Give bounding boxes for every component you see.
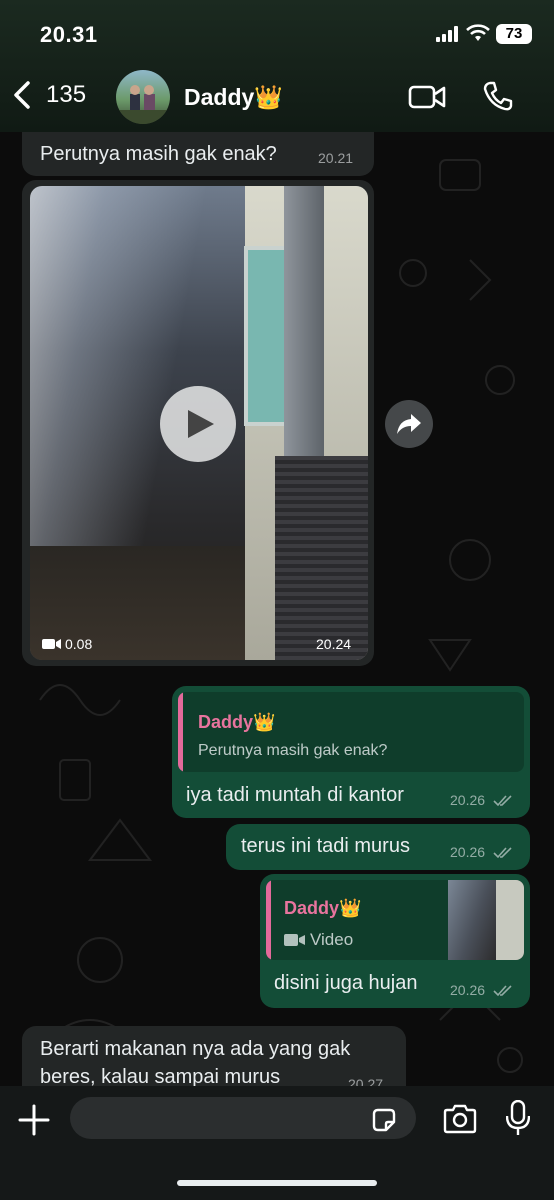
- message-text: disini juga hujan: [274, 972, 418, 994]
- quote-accent-bar: [266, 880, 271, 960]
- composer-bar: [0, 1086, 554, 1200]
- double-check-icon: [493, 985, 512, 997]
- camera-icon[interactable]: [442, 1104, 478, 1134]
- message-time-text: 20.26: [450, 982, 486, 998]
- chat-header: 135 Daddy👑: [0, 64, 554, 132]
- battery-indicator: 73: [496, 24, 532, 44]
- message-time-text: 20.26: [450, 792, 486, 808]
- message-bubble-outgoing[interactable]: Daddy👑 Perutnya masih gak enak? iya tadi…: [172, 686, 530, 818]
- video-thumbnail[interactable]: 0.08 20.24: [30, 186, 368, 660]
- plus-icon[interactable]: [18, 1104, 50, 1136]
- mic-icon[interactable]: [506, 1100, 530, 1136]
- avatar-photo: [116, 85, 170, 124]
- quote-accent-bar: [178, 692, 183, 772]
- message-bubble-outgoing[interactable]: terus ini tadi murus 20.26: [226, 824, 530, 870]
- video-camera-icon: [42, 639, 61, 649]
- back-button[interactable]: 135: [10, 80, 86, 110]
- quote-author: Daddy👑: [198, 712, 276, 732]
- message-input[interactable]: [70, 1097, 416, 1139]
- chat-screen: 20.31 73 135 Daddy👑 Perutnya masih gak e…: [0, 0, 554, 1200]
- status-time: 20.31: [40, 22, 98, 47]
- video-camera-icon: [284, 934, 305, 946]
- play-button[interactable]: [160, 386, 236, 462]
- video-call-icon[interactable]: [408, 82, 446, 112]
- message-time: 20.26: [450, 792, 513, 808]
- message-bubble-incoming[interactable]: Perutnya masih gak enak? 20.21: [22, 132, 374, 176]
- quote-text-label: Video: [310, 930, 354, 949]
- message-time-text: 20.26: [450, 844, 486, 860]
- sticker-icon[interactable]: [370, 1106, 398, 1134]
- unread-count: 135: [46, 81, 87, 108]
- video-duration-text: 0.08: [65, 636, 93, 652]
- message-text-line1: Berarti makanan nya ada yang gak: [40, 1038, 351, 1060]
- quote-text: Video: [284, 930, 353, 950]
- play-icon: [188, 410, 214, 438]
- forward-icon: [397, 414, 421, 434]
- video-window: [244, 246, 288, 426]
- home-indicator: [177, 1180, 377, 1186]
- wifi-icon: [466, 24, 490, 41]
- double-check-icon: [493, 795, 512, 807]
- message-text: terus ini tadi murus: [241, 835, 410, 857]
- quoted-video-thumbnail: [448, 880, 524, 960]
- quote-text: Perutnya masih gak enak?: [198, 742, 388, 759]
- message-text: Perutnya masih gak enak?: [40, 143, 277, 165]
- quoted-message[interactable]: Daddy👑 Perutnya masih gak enak?: [178, 692, 524, 772]
- message-time: 20.26: [450, 982, 513, 998]
- message-text: iya tadi muntah di kantor: [186, 784, 404, 806]
- thumbnail-wall: [496, 880, 524, 960]
- video-duration: 0.08: [42, 636, 92, 652]
- video-blind: [275, 456, 368, 660]
- status-bar: 20.31 73: [0, 0, 554, 64]
- message-time: 20.26: [450, 844, 513, 860]
- signal-icon: [436, 26, 458, 42]
- double-check-icon: [493, 847, 512, 859]
- message-time: 20.24: [316, 636, 352, 652]
- contact-name[interactable]: Daddy👑: [184, 84, 283, 111]
- phone-icon[interactable]: [482, 80, 514, 112]
- quote-author: Daddy👑: [284, 898, 362, 918]
- back-chevron-icon: [14, 81, 30, 109]
- message-time: 20.21: [318, 150, 354, 166]
- avatar[interactable]: [116, 70, 170, 124]
- forward-button[interactable]: [385, 400, 433, 448]
